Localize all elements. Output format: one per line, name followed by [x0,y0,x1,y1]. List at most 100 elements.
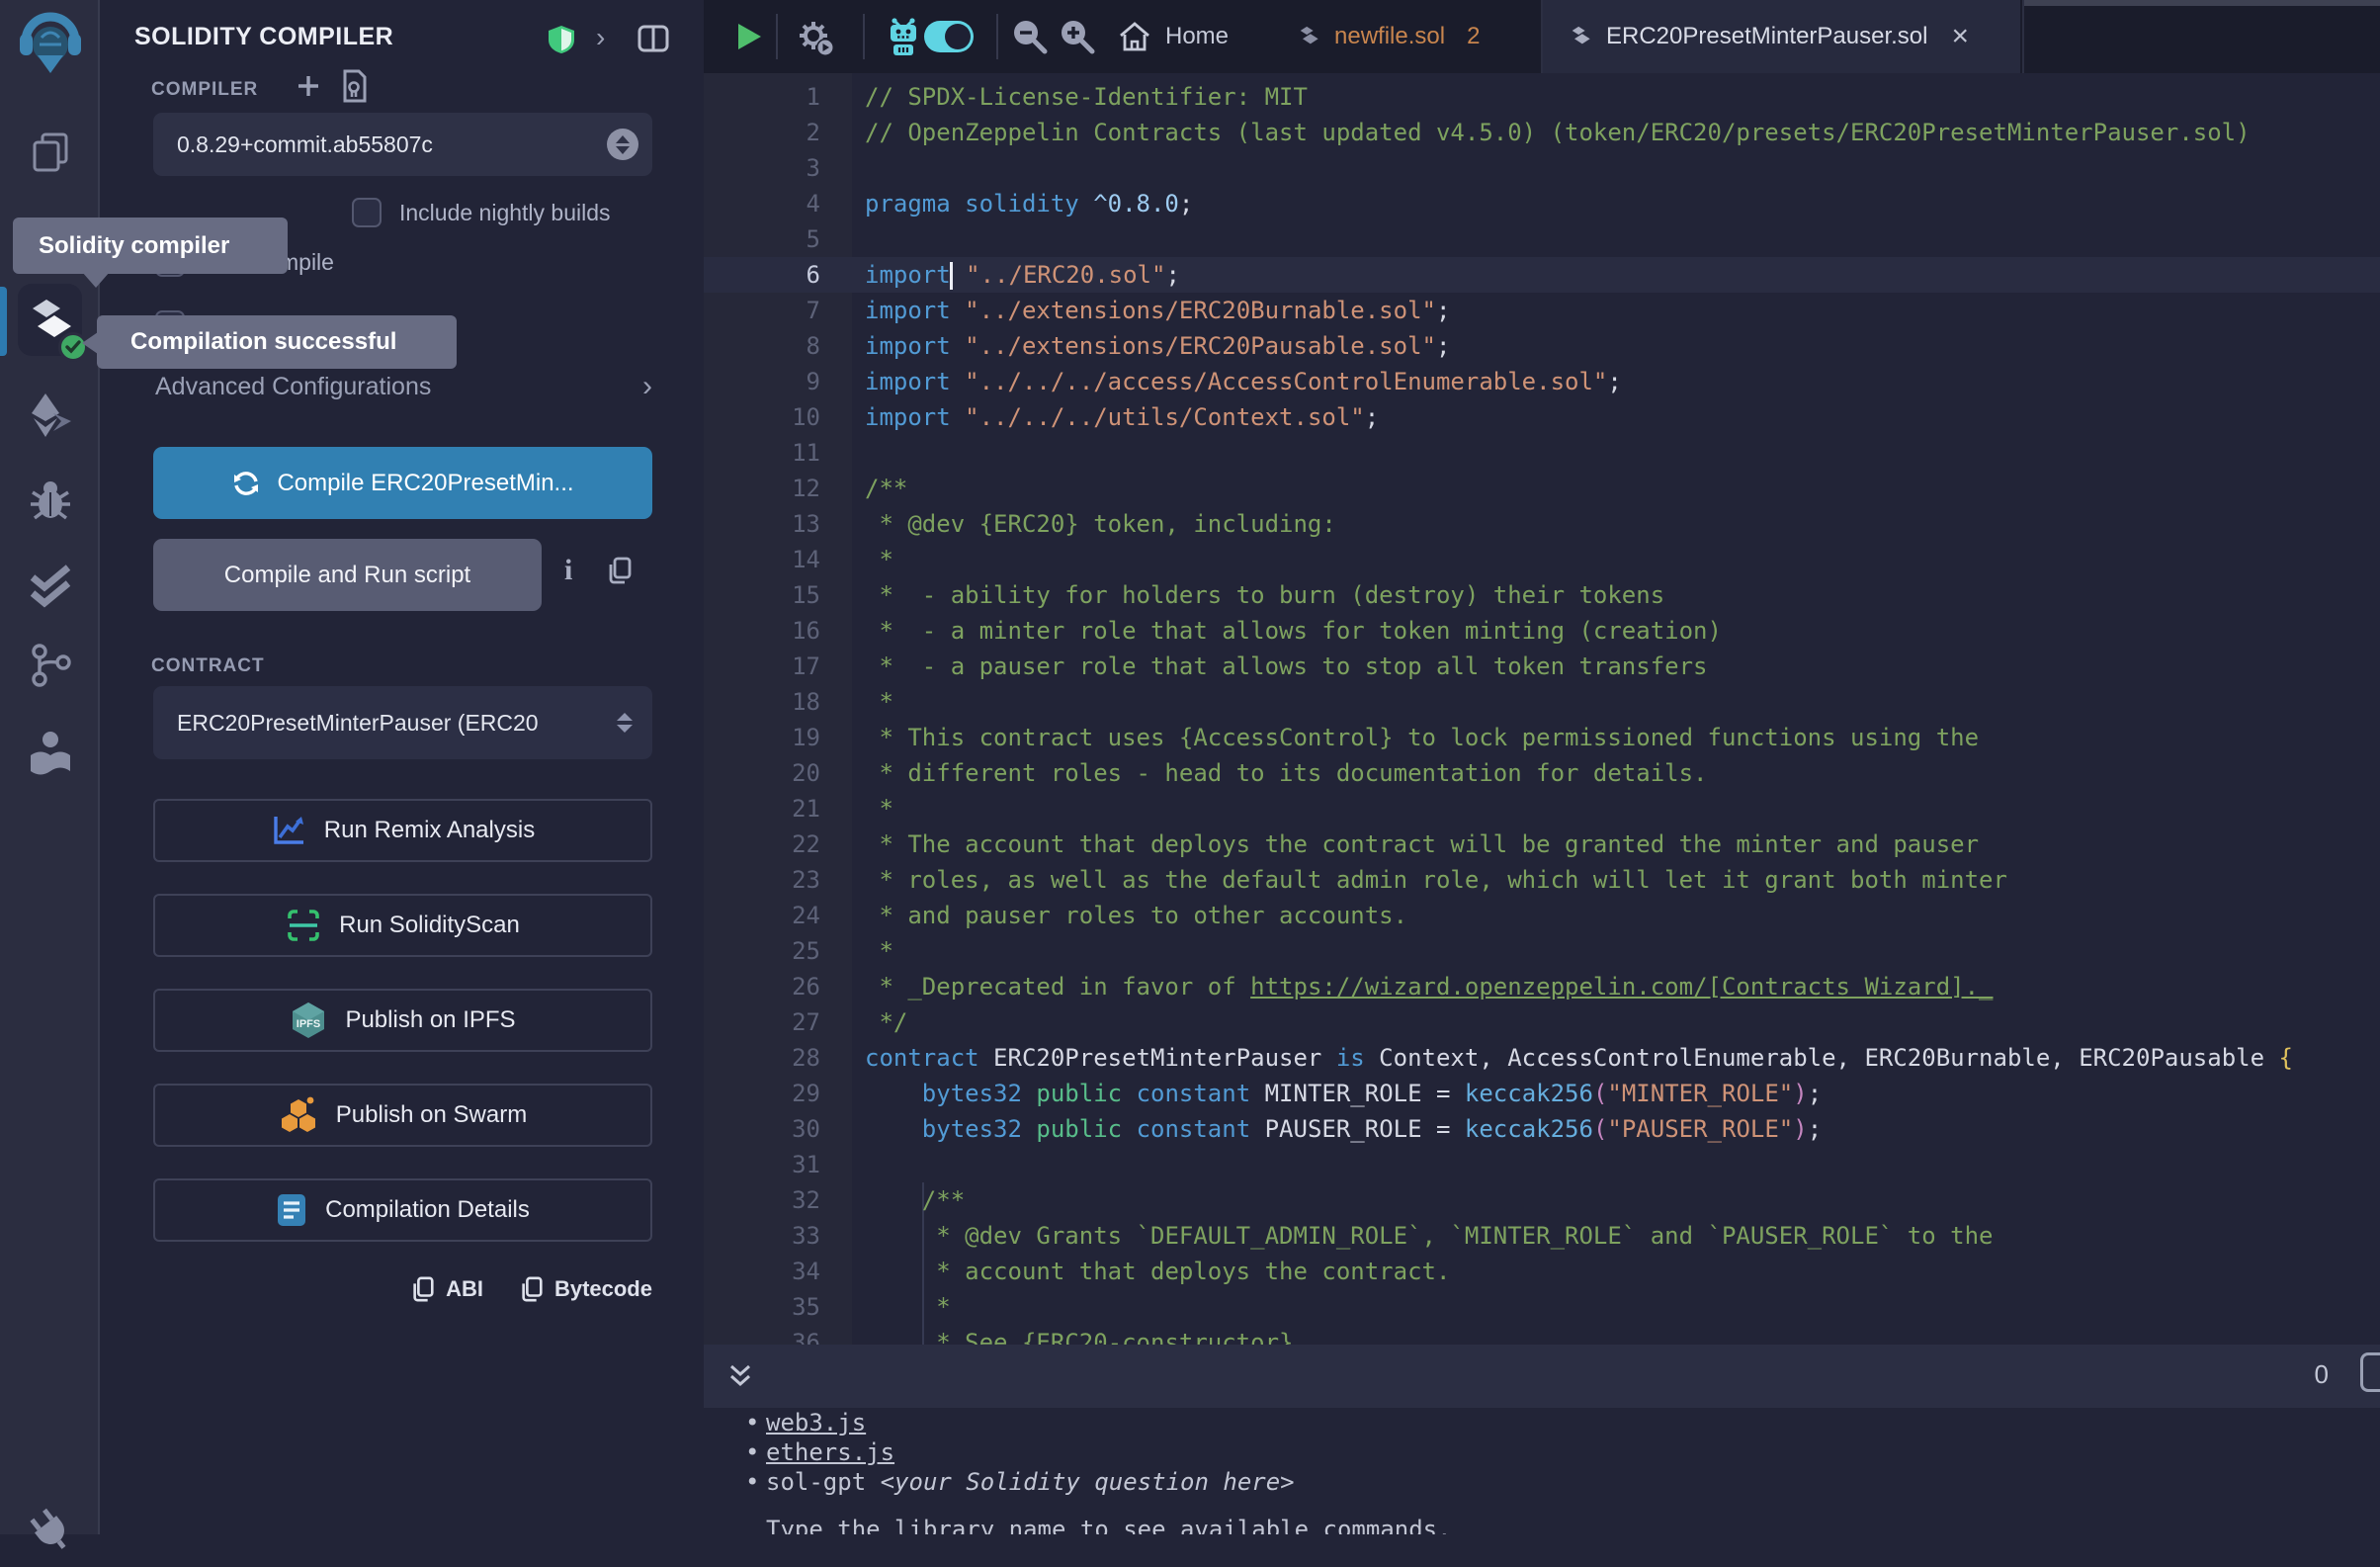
zoom-in-icon[interactable] [1059,18,1096,55]
compiler-version-select[interactable]: 0.8.29+commit.ab55807c [153,113,652,176]
code-line[interactable]: 6import "../ERC20.sol"; [704,257,2380,293]
page-title: SOLIDITY COMPILER [134,23,393,51]
terminal-link[interactable]: ethers.js [766,1438,894,1466]
zoom-out-icon[interactable] [1011,18,1049,55]
code-line[interactable]: 5 [704,221,2380,257]
file-explorer-icon[interactable] [0,129,100,176]
code-line[interactable]: 35 * [704,1289,2380,1325]
run-remix-analysis-button[interactable]: Run Remix Analysis [153,799,652,862]
code-line[interactable]: 24 * and pauser roles to other accounts. [704,898,2380,933]
run-script-play-icon[interactable] [735,22,763,51]
tab-newfile[interactable]: newfile.sol 2 [1297,0,1480,73]
code-line[interactable]: 29 bytes32 public constant MINTER_ROLE =… [704,1076,2380,1111]
split-panel-icon[interactable] [638,25,669,52]
terminal-list-item: •sol-gpt <your Solidity question here> [704,1467,2380,1497]
advanced-configurations[interactable]: Advanced Configurations › [155,370,652,403]
tooltip-solidity-compiler: Solidity compiler [13,218,288,274]
compilation-details-button[interactable]: Compilation Details [153,1178,652,1242]
code-line[interactable]: 21 * [704,791,2380,827]
code-line[interactable]: 18 * [704,684,2380,720]
line-number: 21 [704,791,820,827]
terminal-link[interactable]: web3.js [766,1409,866,1436]
compiler-section-label: COMPILER [151,79,258,101]
chevron-right-icon[interactable]: › [596,22,605,53]
code-line[interactable]: 12/** [704,471,2380,506]
code-line[interactable]: 8import "../extensions/ERC20Pausable.sol… [704,328,2380,364]
copy-icon[interactable] [606,556,634,585]
compile-button[interactable]: Compile ERC20PresetMin... [153,447,652,519]
code-line[interactable]: 25 * [704,933,2380,969]
editor-tab-bar: Home newfile.sol 2 ERC20PresetMinterPaus… [704,0,2380,73]
code-line[interactable]: 23 * roles, as well as the default admin… [704,862,2380,898]
line-number: 6 [704,257,820,293]
script-config-gear-icon[interactable] [796,18,835,57]
code-line[interactable]: 30 bytes32 public constant PAUSER_ROLE =… [704,1111,2380,1147]
code-line[interactable]: 15 * - ability for holders to burn (dest… [704,577,2380,613]
copy-abi-button[interactable]: ABI [410,1275,483,1303]
run-solidityscan-button[interactable]: Run SolidityScan [153,894,652,957]
line-number: 32 [704,1182,820,1218]
chevron-right-icon: › [642,370,652,403]
code-line[interactable]: 22 * The account that deploys the contra… [704,827,2380,862]
close-icon[interactable]: × [1951,20,1969,53]
code-line[interactable]: 14 * [704,542,2380,577]
line-number: 5 [704,221,820,257]
tab-erc20presetminterpauser[interactable]: ERC20PresetMinterPauser.sol × [1543,0,2020,73]
analysis-chart-icon [271,814,306,847]
code-line[interactable]: 9import "../../../access/AccessControlEn… [704,364,2380,399]
publish-ipfs-button[interactable]: IPFS Publish on IPFS [153,989,652,1052]
shield-icon[interactable] [547,24,576,55]
terminal-toolbar[interactable]: 0 [704,1345,2380,1408]
sidebar-item-learneth[interactable] [0,730,100,777]
info-icon[interactable]: i [564,554,572,587]
code-line[interactable]: 36 * See {ERC20-constructor}. [704,1325,2380,1345]
code-line[interactable]: 11 [704,435,2380,471]
code-line[interactable]: 32 /** [704,1182,2380,1218]
publish-swarm-button[interactable]: Publish on Swarm [153,1084,652,1147]
code-line[interactable]: 31 [704,1147,2380,1182]
code-line[interactable]: 28contract ERC20PresetMinterPauser is Co… [704,1040,2380,1076]
ipfs-icon: IPFS [290,1001,327,1040]
include-nightly-builds-checkbox[interactable] [352,198,382,227]
line-number: 24 [704,898,820,933]
include-nightly-builds-row: Include nightly builds [352,198,611,227]
code-line[interactable]: 27 */ [704,1004,2380,1040]
sidebar-item-debugger[interactable] [0,477,100,522]
code-line[interactable]: 16 * - a minter role that allows for tok… [704,613,2380,649]
code-line[interactable]: 33 * @dev Grants `DEFAULT_ADMIN_ROLE`, `… [704,1218,2380,1254]
code-line[interactable]: 4pragma solidity ^0.8.0; [704,186,2380,221]
code-line[interactable]: 17 * - a pauser role that allows to stop… [704,649,2380,684]
license-file-icon[interactable] [339,69,369,103]
line-number: 4 [704,186,820,221]
add-compiler-icon[interactable] [296,73,321,99]
code-editor[interactable]: 1// SPDX-License-Identifier: MIT2// Open… [704,73,2380,1345]
copilot-toggle[interactable] [924,21,974,52]
code-line[interactable]: 34 * account that deploys the contract. [704,1254,2380,1289]
sidebar-item-git[interactable] [0,643,100,688]
code-line[interactable]: 20 * different roles - head to its docum… [704,755,2380,791]
code-line[interactable]: 26 * _Deprecated in favor of https://wiz… [704,969,2380,1004]
terminal-search-box-partial[interactable] [2360,1352,2380,1392]
line-number: 36 [704,1325,820,1345]
code-line[interactable]: 19 * This contract uses {AccessControl} … [704,720,2380,755]
copy-bytecode-button[interactable]: Bytecode [519,1275,652,1303]
line-number: 27 [704,1004,820,1040]
collapse-terminal-icon[interactable] [725,1361,755,1391]
code-line[interactable]: 2// OpenZeppelin Contracts (last updated… [704,115,2380,150]
tab-home[interactable]: Home [1118,0,1229,73]
sidebar-item-static-analysis[interactable] [0,564,100,609]
code-line[interactable]: 1// SPDX-License-Identifier: MIT [704,79,2380,115]
code-line[interactable]: 10import "../../../utils/Context.sol"; [704,399,2380,435]
remix-logo[interactable] [0,12,100,81]
code-line[interactable]: 7import "../extensions/ERC20Burnable.sol… [704,293,2380,328]
contract-select[interactable]: ERC20PresetMinterPauser (ERC20 [153,686,652,759]
sidebar-item-plugin-manager[interactable] [0,1505,100,1556]
ai-copilot-robot-icon[interactable] [886,16,921,57]
code-line[interactable]: 13 * @dev {ERC20} token, including: [704,506,2380,542]
solidity-file-icon [1569,25,1592,48]
sidebar-item-solidity-compiler[interactable] [18,284,82,356]
line-number: 10 [704,399,820,435]
compile-and-run-button[interactable]: Compile and Run script [153,539,542,611]
code-line[interactable]: 3 [704,150,2380,186]
sidebar-item-deploy-run[interactable] [0,392,100,439]
